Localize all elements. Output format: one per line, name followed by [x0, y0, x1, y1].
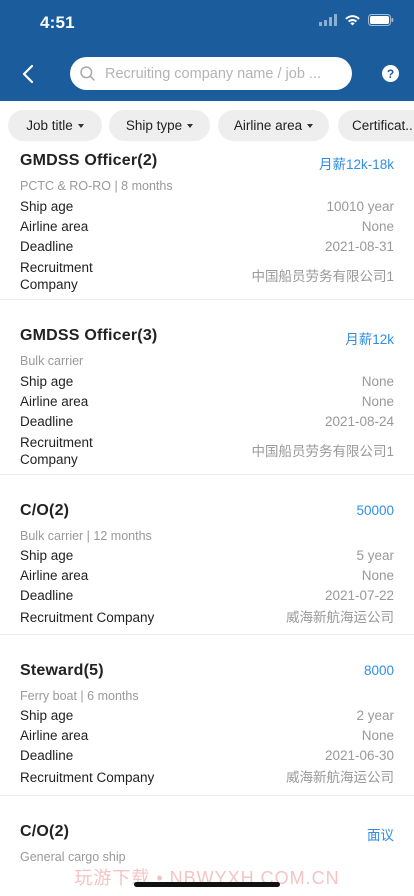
row-value: 2021-06-30 — [324, 748, 394, 763]
row-value: 2021-07-22 — [324, 588, 394, 603]
job-title: Steward(5) — [20, 662, 104, 679]
filter-certificate[interactable]: Certificat... — [338, 110, 414, 141]
row-value: 2021-08-24 — [324, 414, 394, 429]
row-value: None — [361, 219, 394, 234]
row-label: Deadline — [20, 414, 74, 429]
row-label: Deadline — [20, 588, 74, 603]
row-label: Recruitment Company — [20, 435, 93, 467]
row-value: 5 year — [356, 548, 394, 563]
status-icons — [319, 14, 394, 26]
job-salary: 月薪12k — [345, 332, 394, 347]
row-value: 10010 year — [326, 199, 394, 214]
job-card[interactable]: C/O(2) 50000 Bulk carrier | 12 months Sh… — [20, 502, 394, 625]
filter-label: Certificat... — [352, 118, 414, 133]
row-label: Deadline — [20, 239, 74, 254]
wifi-icon — [345, 15, 360, 26]
filter-bar: Job title Ship type Airline area Certifi… — [0, 101, 414, 149]
filter-airline-area[interactable]: Airline area — [218, 110, 329, 141]
back-button[interactable] — [16, 60, 40, 88]
job-salary: 50000 — [356, 503, 394, 518]
row-label: Ship age — [20, 708, 74, 723]
search-bar[interactable] — [70, 57, 352, 90]
row-value: 2 year — [356, 708, 394, 723]
filter-label: Ship type — [125, 118, 183, 133]
row-value: 威海新航海运公司 — [286, 610, 394, 625]
help-button[interactable]: ? — [382, 65, 399, 82]
home-indicator — [134, 882, 280, 887]
row-label: Ship age — [20, 199, 74, 214]
row-label: Recruitment Company — [20, 260, 93, 292]
question-mark-icon: ? — [386, 66, 395, 81]
divider — [0, 795, 414, 796]
row-label: Airline area — [20, 394, 89, 409]
job-card[interactable]: C/O(2) 面议 General cargo ship — [20, 823, 394, 864]
job-title: C/O(2) — [20, 823, 70, 840]
status-time: 4:51 — [40, 13, 75, 32]
divider — [0, 299, 414, 300]
caret-down-icon — [187, 123, 194, 128]
row-label: Recruitment Company — [20, 770, 155, 785]
row-value: 2021-08-31 — [324, 239, 394, 254]
row-value: 中国船员劳务有限公司1 — [251, 444, 394, 459]
row-label: Airline area — [20, 219, 89, 234]
cellular-signal-icon — [319, 14, 337, 26]
row-value: None — [361, 374, 394, 389]
row-value: 威海新航海运公司 — [286, 770, 394, 785]
job-subtitle: PCTC & RO-RO | 8 months — [20, 179, 173, 193]
search-input[interactable] — [105, 65, 335, 82]
job-title: C/O(2) — [20, 502, 70, 519]
job-card[interactable]: GMDSS Officer(3) 月薪12k Bulk carrier Ship… — [20, 327, 394, 467]
job-subtitle: Bulk carrier — [20, 354, 84, 368]
job-title: GMDSS Officer(2) — [20, 152, 158, 169]
divider — [0, 474, 414, 475]
job-subtitle: Bulk carrier | 12 months — [20, 529, 152, 543]
row-value: 中国船员劳务有限公司1 — [251, 269, 394, 284]
battery-icon — [368, 14, 394, 26]
job-salary: 月薪12k-18k — [318, 157, 394, 172]
app-header: 4:51 ? — [0, 0, 414, 101]
filter-label: Job title — [26, 118, 73, 133]
row-label: Ship age — [20, 548, 74, 563]
chevron-left-icon — [22, 64, 34, 84]
divider — [0, 634, 414, 635]
row-label: Deadline — [20, 748, 74, 763]
job-salary: 8000 — [363, 663, 394, 678]
row-label: Airline area — [20, 728, 89, 743]
job-title: GMDSS Officer(3) — [20, 327, 158, 344]
job-subtitle: Ferry boat | 6 months — [20, 689, 139, 703]
caret-down-icon — [307, 123, 314, 128]
row-value: None — [361, 728, 394, 743]
row-value: None — [361, 394, 394, 409]
row-label: Ship age — [20, 374, 74, 389]
row-label: Recruitment Company — [20, 610, 155, 625]
job-card[interactable]: GMDSS Officer(2) 月薪12k-18k PCTC & RO-RO … — [20, 152, 394, 292]
search-icon — [80, 66, 95, 81]
job-subtitle: General cargo ship — [20, 850, 126, 864]
job-card[interactable]: Steward(5) 8000 Ferry boat | 6 months Sh… — [20, 662, 394, 785]
row-value: None — [361, 568, 394, 583]
caret-down-icon — [77, 123, 84, 128]
filter-job-title[interactable]: Job title — [8, 110, 102, 141]
filter-label: Airline area — [233, 118, 303, 133]
filter-ship-type[interactable]: Ship type — [109, 110, 210, 141]
job-salary: 面议 — [367, 828, 394, 843]
row-label: Airline area — [20, 568, 89, 583]
